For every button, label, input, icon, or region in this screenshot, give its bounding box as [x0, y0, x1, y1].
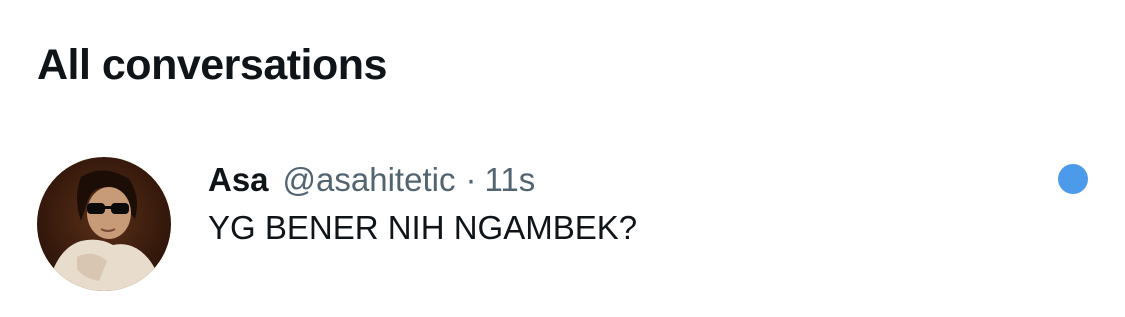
conversation-header: Asa @asahitetic · 11s	[208, 160, 535, 200]
message-preview: YG BENER NIH NGAMBEK?	[208, 209, 638, 246]
display-name[interactable]: Asa	[208, 160, 269, 200]
user-handle: @asahitetic	[282, 161, 456, 198]
page-title: All conversations	[37, 41, 387, 89]
avatar-photo-icon	[37, 157, 171, 291]
timestamp: 11s	[484, 161, 536, 198]
conversation-item[interactable]: Asa @asahitetic · 11s YG BENER NIH NGAMB…	[0, 140, 1125, 310]
avatar[interactable]	[37, 157, 171, 291]
separator-dot: ·	[465, 161, 477, 198]
unread-indicator-icon	[1058, 164, 1088, 194]
